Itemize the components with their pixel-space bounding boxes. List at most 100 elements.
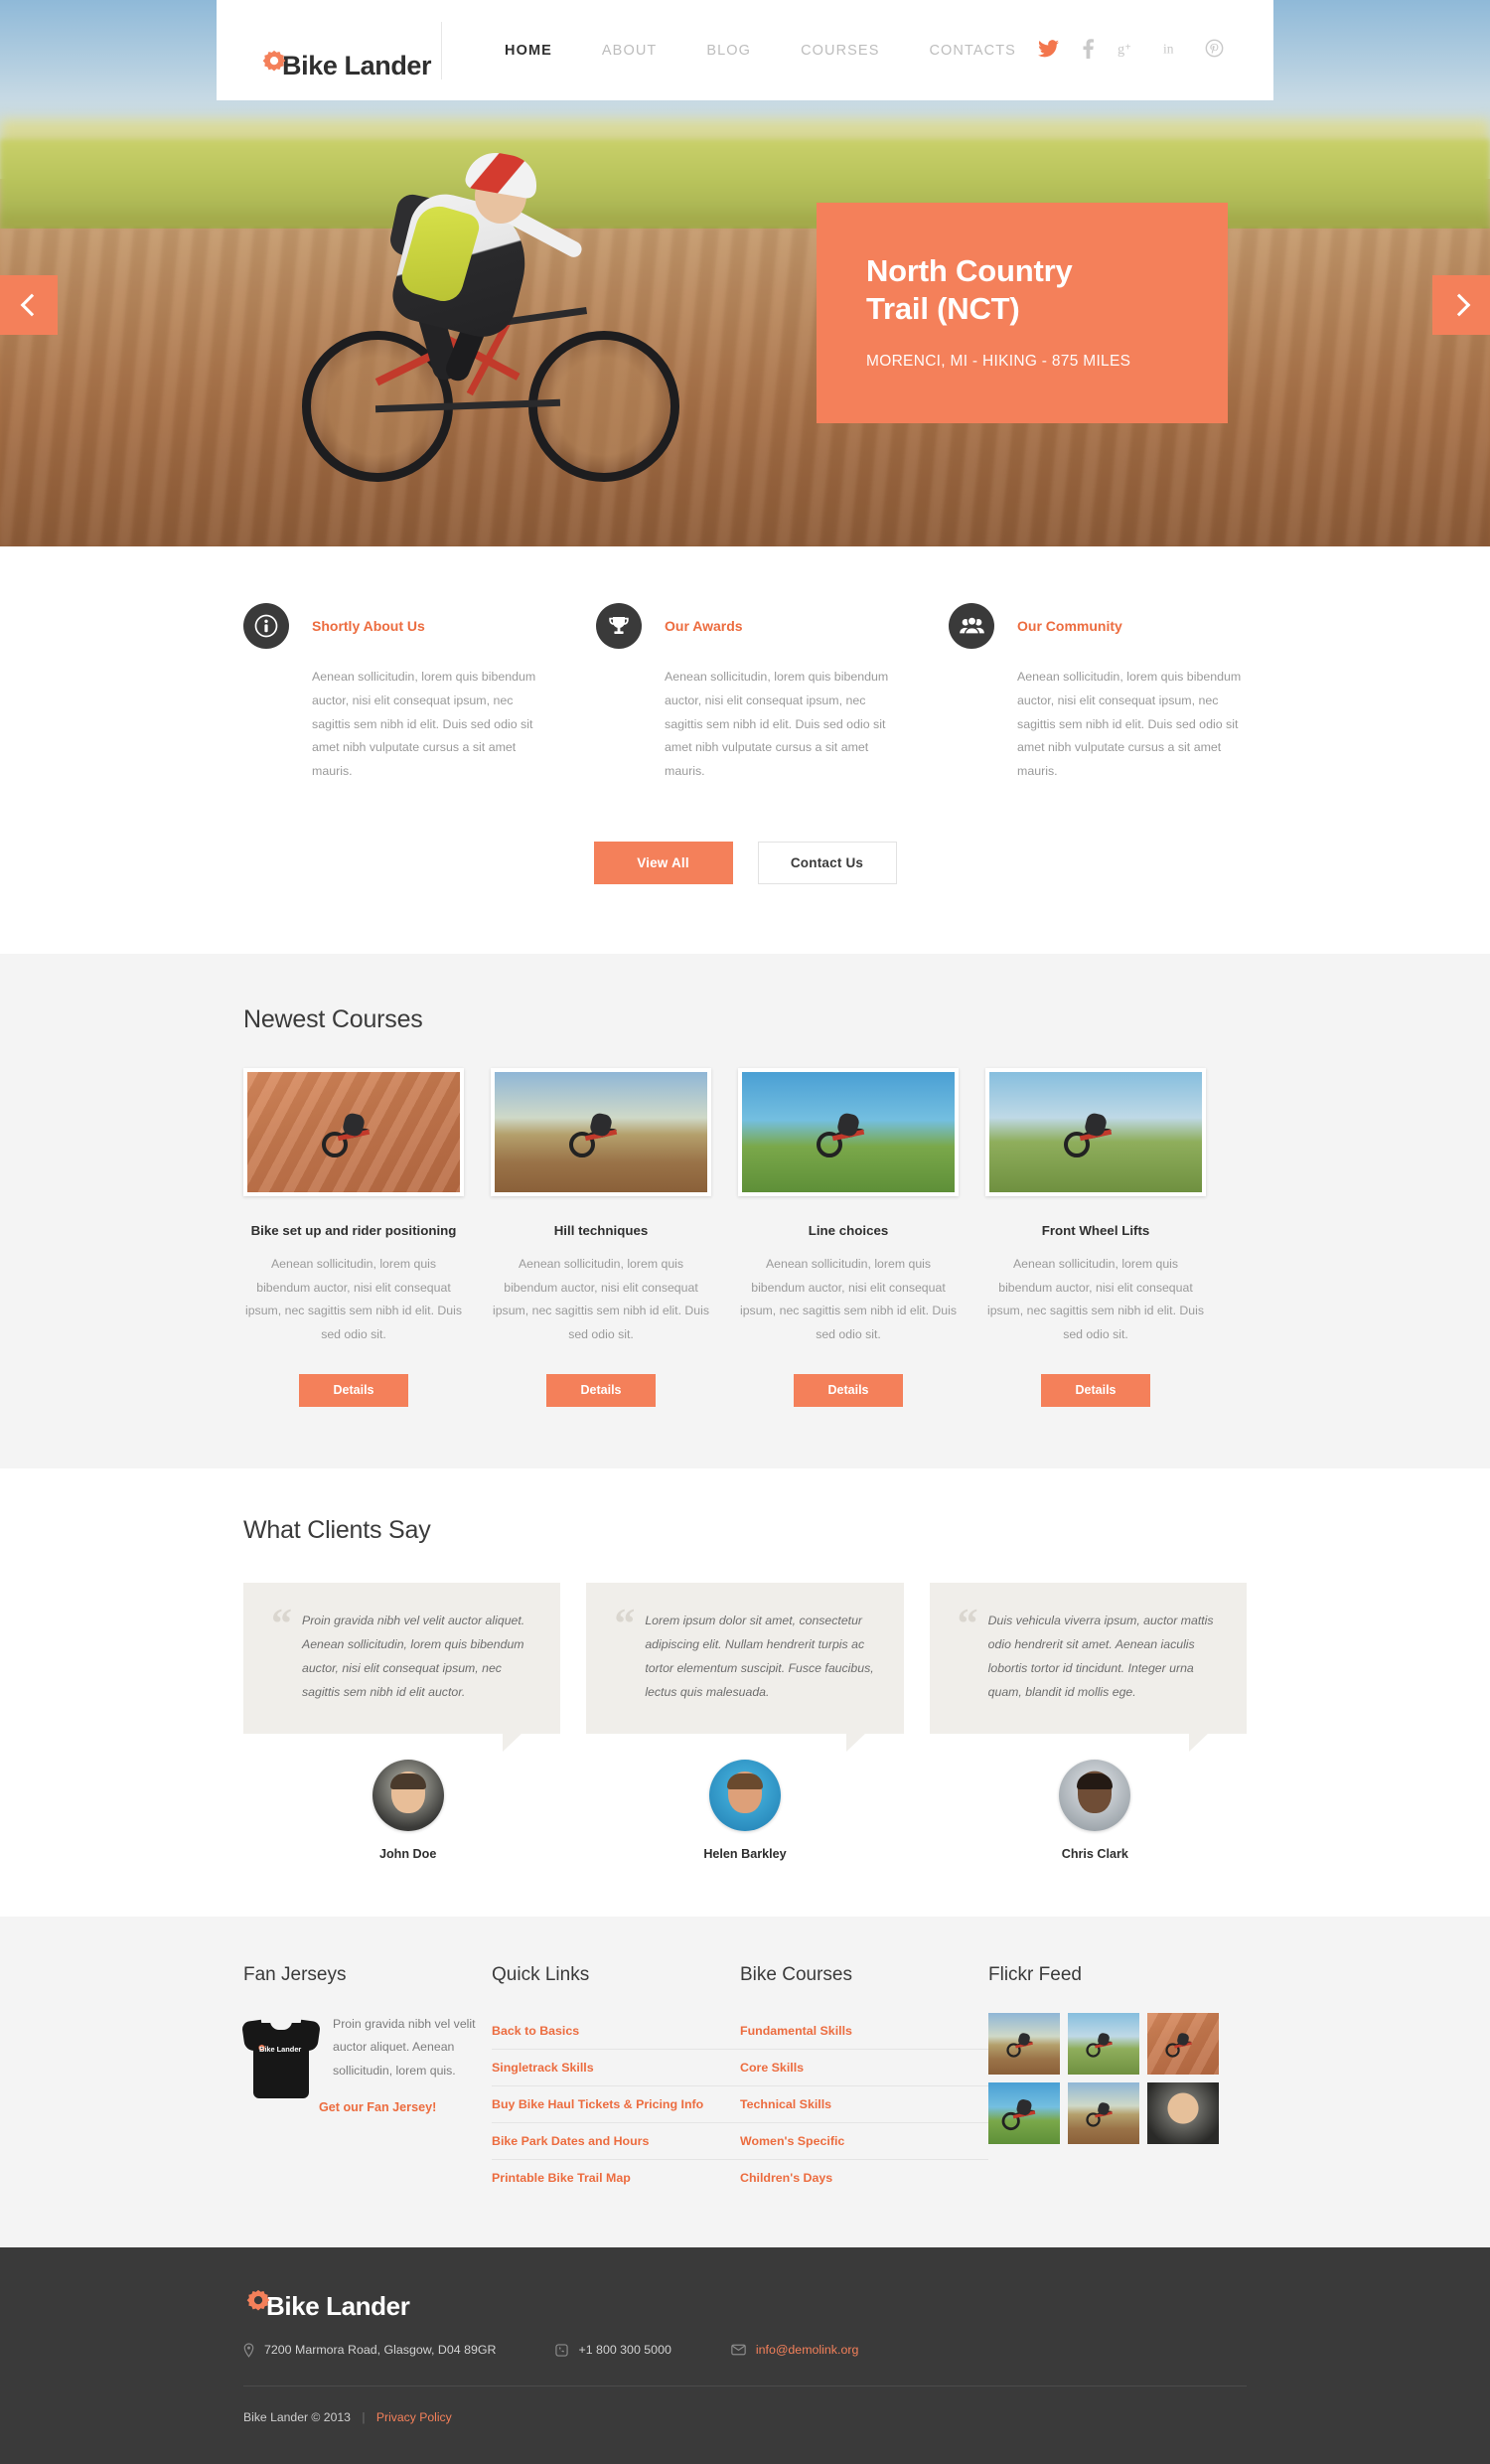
info-icon [243,603,289,649]
features-row: Shortly About Us Aenean sollicitudin, lo… [243,603,1247,784]
quote-icon: “ [271,1601,292,1647]
nav-item-contacts[interactable]: CONTACTS [929,43,1015,59]
quote-icon: “ [614,1601,636,1647]
contact-us-button[interactable]: Contact Us [757,842,897,885]
features-section: Shortly About Us Aenean sollicitudin, lo… [0,546,1490,955]
widget-title: Bike Courses [740,1963,852,1985]
course-thumbnail[interactable] [491,1068,711,1197]
testimonials-row: “ Proin gravida nibh vel velit auctor al… [243,1582,1247,1861]
feature-our-community: Our Community Aenean sollicitudin, lorem… [949,603,1247,784]
flickr-thumbnail[interactable] [1147,2081,1219,2144]
testimonial-author: Chris Clark [1061,1846,1128,1861]
bubble-tail [1188,1732,1209,1752]
testimonial-text: Proin gravida nibh vel velit auctor aliq… [302,1613,525,1699]
widget-fan-jerseys: Fan Jerseys Bike Lander Proin gravida ni… [241,1963,492,2196]
feature-text: Aenean sollicitudin, lorem quis bibendum… [312,670,536,779]
course-description: Aenean sollicitudin, lorem quis bibendum… [244,1257,463,1341]
footer-email-link[interactable]: info@demolink.org [756,2343,859,2357]
flickr-thumbnail[interactable] [1068,2081,1139,2144]
course-description: Aenean sollicitudin, lorem quis bibendum… [739,1257,958,1341]
testimonial-bubble: “ Proin gravida nibh vel velit auctor al… [243,1582,561,1752]
googleplus-icon[interactable]: g + [1118,40,1139,62]
privacy-policy-link[interactable]: Privacy Policy [376,2410,452,2424]
footer-address-text: 7200 Marmora Road, Glasgow, D04 89GR [264,2343,497,2358]
pinterest-icon[interactable] [1205,39,1224,62]
avatar [372,1759,444,1831]
course-title: Bike set up and rider positioning [250,1223,457,1239]
quick-link-item[interactable]: Back to Basics [492,2013,740,2050]
bike-course-item[interactable]: Women's Specific [740,2123,988,2160]
bike-course-item[interactable]: Fundamental Skills [740,2013,988,2050]
course-thumbnail[interactable] [738,1068,959,1197]
bike-course-item[interactable]: Children's Days [740,2160,988,2196]
course-thumbnail[interactable] [985,1068,1206,1197]
footer-widgets: Fan Jerseys Bike Lander Proin gravida ni… [0,1916,1490,2247]
svg-text:+: + [1125,42,1131,53]
bubble-tail [845,1732,866,1752]
widget-title: Quick Links [492,1963,590,1985]
hero-title-line2: Trail (NCT) [866,290,1020,326]
hero-cyclist-photo [298,104,725,502]
feature-title: Our Community [1017,618,1122,634]
slider-next-arrow-icon[interactable] [1432,275,1490,335]
logo[interactable]: Bike Lander [217,21,445,79]
bike-course-item[interactable]: Core Skills [740,2050,988,2086]
quick-link-item[interactable]: Singletrack Skills [492,2050,740,2086]
landing-page: Bike Lander HOME ABOUT BLOG COURSES CONT… [0,0,1490,2464]
footer-logo[interactable]: Bike Lander [243,2287,1247,2319]
quick-link-item[interactable]: Printable Bike Trail Map [492,2160,740,2196]
hero-dirt-road [0,229,1490,546]
feature-our-awards: Our Awards Aenean sollicitudin, lorem qu… [596,603,894,784]
testimonial-bubble: “ Duis vehicula viverra ipsum, auctor ma… [929,1582,1247,1752]
course-card: Hill techniques Aenean sollicitudin, lor… [491,1068,711,1407]
section-title-newest-courses: Newest Courses [243,1005,423,1034]
nav-item-blog[interactable]: BLOG [706,43,751,59]
view-all-button[interactable]: View All [593,842,733,885]
tshirt-icon: Bike Lander [241,2013,321,2098]
nav-item-courses[interactable]: COURSES [801,43,879,59]
course-description: Aenean sollicitudin, lorem quis bibendum… [986,1257,1205,1341]
bike-course-item[interactable]: Technical Skills [740,2086,988,2123]
testimonial-author: John Doe [378,1846,437,1861]
feature-shortly-about-us: Shortly About Us Aenean sollicitudin, lo… [243,603,541,784]
flickr-thumbnail[interactable] [988,2012,1060,2075]
get-fan-jersey-link[interactable]: Get our Fan Jersey! [319,2100,482,2114]
header-divider [441,21,443,79]
nav-item-about[interactable]: ABOUT [602,43,657,59]
hero-title: North Country Trail (NCT) [866,252,1228,328]
course-details-button[interactable]: Details [299,1373,408,1407]
course-details-button[interactable]: Details [546,1373,656,1407]
jersey-description: Proin gravida nibh vel velit auctor aliq… [333,2016,476,2078]
hero-title-line1: North Country [866,253,1073,288]
course-details-button[interactable]: Details [1041,1373,1150,1407]
facebook-icon[interactable] [1083,38,1094,63]
slider-prev-arrow-icon[interactable] [0,275,58,335]
course-title: Front Wheel Lifts [1041,1223,1150,1239]
quick-link-item[interactable]: Bike Park Dates and Hours [492,2123,740,2160]
footer-phone: +1 800 300 5000 [555,2343,671,2357]
flickr-thumbnail[interactable] [988,2081,1060,2144]
nav-item-home[interactable]: HOME [505,43,552,59]
footer-email: info@demolink.org [731,2343,859,2357]
testimonial-text: Duis vehicula viverra ipsum, auctor matt… [987,1613,1214,1699]
footer-logo-text: Bike Lander [266,2290,410,2321]
course-thumbnail[interactable] [243,1068,464,1197]
testimonial-card: “ Lorem ipsum dolor sit amet, consectetu… [586,1582,904,1861]
twitter-icon[interactable] [1038,39,1059,62]
svg-text:g: g [1118,42,1124,58]
footer-separator: | [362,2409,366,2424]
widget-flickr-feed: Flickr Feed [988,1964,1237,2196]
course-details-button[interactable]: Details [794,1373,903,1407]
cta-button-row: View All Contact Us [243,842,1247,954]
course-card: Bike set up and rider positioning Aenean… [243,1068,464,1407]
flickr-thumbnail[interactable] [1068,2012,1139,2075]
quick-link-item[interactable]: Buy Bike Haul Tickets & Pricing Info [492,2086,740,2123]
trophy-icon [596,603,642,649]
tshirt-logo-text: Bike Lander [259,2044,302,2054]
hero-caption: North Country Trail (NCT) MORENCI, MI - … [817,203,1228,423]
envelope-icon [731,2344,746,2356]
hero-slider: Bike Lander HOME ABOUT BLOG COURSES CONT… [0,0,1490,546]
flickr-thumbnail[interactable] [1147,2012,1219,2075]
widget-title: Fan Jerseys [243,1963,347,1985]
linkedin-icon[interactable]: in [1163,40,1181,62]
